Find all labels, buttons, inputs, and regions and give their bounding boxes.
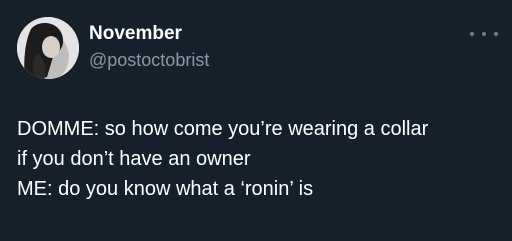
profile-photo-icon bbox=[17, 17, 79, 79]
tweet-card: November @postoctobrist DOMME: so how co… bbox=[0, 0, 512, 241]
tweet-text: DOMME: so how come you’re wearing a coll… bbox=[17, 114, 507, 204]
avatar[interactable] bbox=[17, 17, 79, 79]
more-dot-icon bbox=[494, 32, 498, 36]
tweet-line: ME: do you know what a ‘ronin’ is bbox=[17, 178, 314, 200]
display-name[interactable]: November bbox=[89, 23, 182, 45]
more-dot-icon bbox=[470, 32, 474, 36]
tweet-line: if you don’t have an owner bbox=[17, 148, 251, 170]
user-handle[interactable]: @postoctobrist bbox=[89, 49, 209, 71]
tweet-line: DOMME: so how come you’re wearing a coll… bbox=[17, 118, 429, 140]
more-options-button[interactable] bbox=[470, 26, 498, 42]
more-dot-icon bbox=[482, 32, 486, 36]
